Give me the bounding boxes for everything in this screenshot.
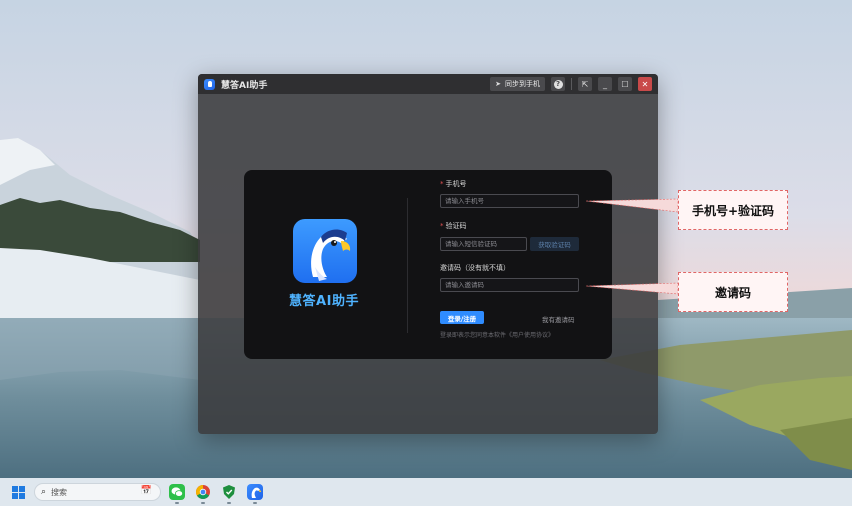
- restore-icon: ⇱: [581, 79, 589, 89]
- minimize-button[interactable]: _: [598, 77, 612, 91]
- shield-icon[interactable]: [221, 484, 237, 504]
- code-label: * 验证码: [440, 221, 467, 231]
- sync-to-phone-button[interactable]: ➤ 同步到手机: [490, 77, 545, 91]
- phone-label: * 手机号: [440, 179, 467, 189]
- help-button[interactable]: ?: [551, 77, 565, 91]
- chrome-icon[interactable]: [195, 484, 211, 504]
- maximize-button[interactable]: ☐: [618, 77, 632, 91]
- agreement-text[interactable]: 登录即表示您同意本软件《用户使用协议》: [440, 330, 554, 339]
- search-icon: ⌕: [41, 487, 47, 497]
- search-placeholder: 搜索: [51, 487, 68, 497]
- invite-label: 邀请码（没有就不填）: [440, 264, 510, 272]
- callout-phone-code: 手机号+验证码: [678, 190, 788, 230]
- app-logo-icon: [204, 78, 215, 90]
- required-mark: *: [440, 222, 444, 230]
- app-window: 慧答AI助手 ➤ 同步到手机 ? ⇱ _ ☐ ✕ 慧答AI助手 * 手机号 请输…: [198, 74, 658, 434]
- code-label-text: 验证码: [445, 222, 467, 230]
- help-icon: ?: [553, 79, 563, 89]
- login-card: 慧答AI助手 *手机号 *验证码 获取验证码 邀请码（没有就不填） 登录/注册 …: [244, 170, 612, 359]
- callout-invite: 邀请码: [678, 272, 788, 312]
- card-divider: [407, 198, 408, 333]
- phone-label-text: 手机号: [445, 180, 467, 188]
- huida-icon[interactable]: [247, 484, 263, 504]
- invite-input[interactable]: [440, 278, 579, 292]
- title-bar[interactable]: 慧答AI助手 ➤ 同步到手机 ? ⇱ _ ☐ ✕: [198, 74, 658, 94]
- maximize-icon: ☐: [621, 79, 629, 89]
- required-mark: *: [440, 180, 444, 188]
- parrot-logo-icon: [293, 219, 357, 283]
- wechat-icon[interactable]: [169, 484, 185, 504]
- have-invite-link[interactable]: 我有邀请码: [542, 314, 575, 324]
- send-icon: ➤: [495, 80, 501, 88]
- code-input[interactable]: [440, 237, 527, 251]
- calendar-icon: 📅: [140, 486, 152, 496]
- close-icon: ✕: [641, 79, 649, 89]
- get-code-button[interactable]: 获取验证码: [530, 237, 579, 251]
- login-register-button[interactable]: 登录/注册: [440, 311, 484, 324]
- titlebar-divider: [571, 78, 572, 90]
- app-name: 慧答AI助手: [289, 294, 359, 309]
- close-button[interactable]: ✕: [638, 77, 652, 91]
- minimize-icon: _: [603, 79, 607, 89]
- windows-start-icon[interactable]: [12, 486, 25, 499]
- phone-input[interactable]: [440, 194, 579, 208]
- sync-to-phone-label: 同步到手机: [505, 80, 540, 88]
- window-title: 慧答AI助手: [221, 80, 268, 91]
- taskbar-search[interactable]: ⌕ 搜索 📅: [34, 483, 161, 501]
- pin-top-button[interactable]: ⇱: [578, 77, 592, 91]
- taskbar: ⌕ 搜索 📅: [0, 478, 852, 506]
